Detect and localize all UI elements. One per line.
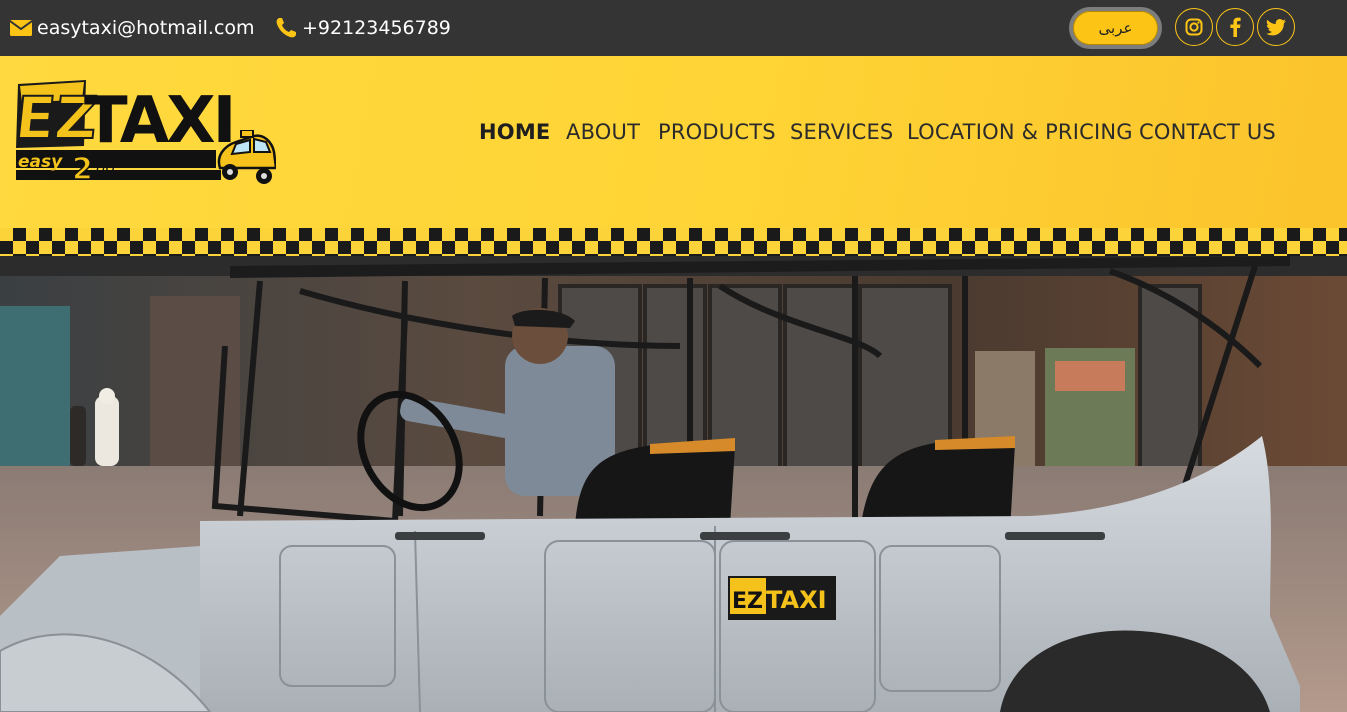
nav-about[interactable]: ABOUT: [566, 120, 640, 144]
instagram-icon[interactable]: [1175, 8, 1213, 46]
phone-contact[interactable]: +92123456789: [275, 0, 451, 56]
facebook-icon[interactable]: [1216, 8, 1254, 46]
svg-text:EZ: EZ: [732, 589, 763, 614]
svg-text:easy: easy: [18, 152, 63, 172]
eztaxi-logo[interactable]: EZ TAXI easy 2 go: [11, 76, 278, 191]
envelope-icon: [10, 17, 32, 39]
top-bar: easytaxi@hotmail.com +92123456789 عربى: [0, 0, 1347, 56]
site-header: EZ TAXI easy 2 go HOME ABOUT PRODUCTS SE…: [0, 56, 1347, 228]
email-contact[interactable]: easytaxi@hotmail.com: [10, 0, 255, 56]
language-toggle-button[interactable]: عربى: [1069, 7, 1162, 49]
phone-icon: [275, 17, 297, 39]
svg-text:TAXI: TAXI: [84, 84, 233, 158]
checkered-divider: [0, 228, 1347, 256]
svg-text:2: 2: [72, 152, 93, 187]
twitter-icon[interactable]: [1257, 8, 1295, 46]
nav-home[interactable]: HOME: [479, 120, 550, 144]
phone-text: +92123456789: [302, 17, 451, 39]
svg-text:go: go: [96, 159, 115, 177]
nav-contact-us[interactable]: CONTACT US: [1139, 120, 1276, 144]
nav-services[interactable]: SERVICES: [790, 120, 893, 144]
svg-text:TAXI: TAXI: [766, 586, 827, 614]
hero-image: EZ TAXI: [0, 256, 1347, 712]
nav-location-pricing[interactable]: LOCATION & PRICING: [907, 120, 1133, 144]
email-text: easytaxi@hotmail.com: [37, 17, 255, 39]
nav-products[interactable]: PRODUCTS: [658, 120, 776, 144]
